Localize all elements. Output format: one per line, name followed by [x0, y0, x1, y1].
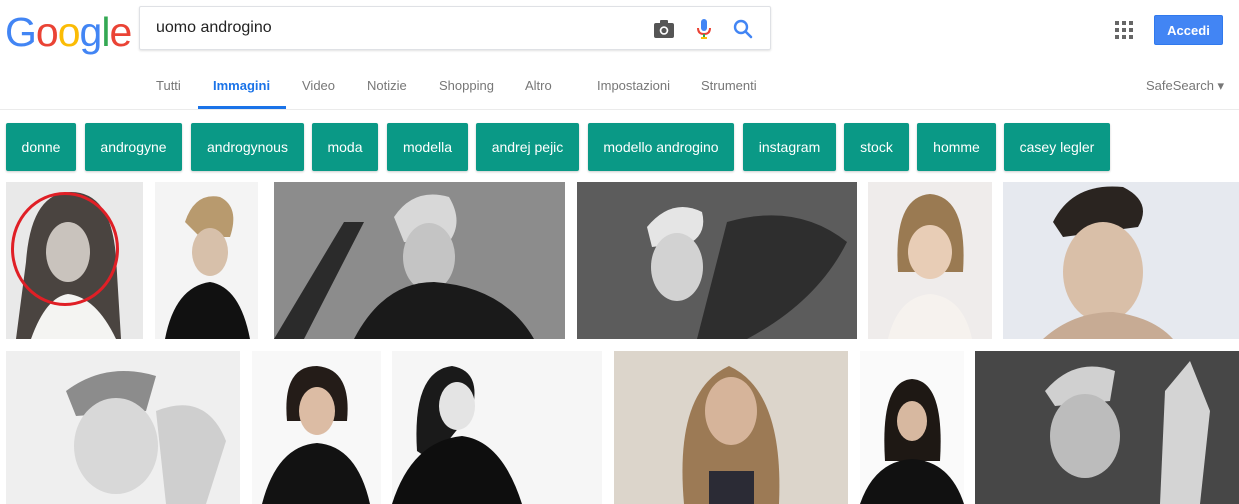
chip-modella[interactable]: modella — [387, 123, 468, 171]
chip-moda[interactable]: moda — [312, 123, 378, 171]
chip-casey-legler[interactable]: casey legler — [1004, 123, 1110, 171]
search-icon[interactable] — [732, 18, 754, 40]
chip-androgyne[interactable]: androgyne — [85, 123, 182, 171]
chip-homme[interactable]: homme — [917, 123, 996, 171]
tab-strumenti[interactable]: Strumenti — [701, 78, 757, 93]
tab-video[interactable]: Video — [302, 78, 335, 93]
result-image[interactable] — [1003, 182, 1239, 339]
result-image[interactable] — [577, 182, 857, 339]
tab-notizie[interactable]: Notizie — [367, 78, 407, 93]
chip-androgynous[interactable]: androgynous — [191, 123, 304, 171]
result-image[interactable] — [274, 182, 565, 339]
result-image[interactable] — [6, 351, 240, 504]
search-input[interactable] — [156, 7, 636, 49]
signin-button[interactable]: Accedi — [1154, 15, 1223, 45]
chip-instagram[interactable]: instagram — [743, 123, 836, 171]
result-image[interactable] — [868, 182, 992, 339]
logo-letter: o — [35, 9, 59, 55]
logo-letter: e — [109, 9, 132, 55]
logo-letter: o — [57, 9, 81, 55]
tab-altro[interactable]: Altro — [525, 78, 552, 93]
result-image[interactable] — [860, 351, 964, 504]
apps-grid-icon[interactable] — [1115, 21, 1133, 39]
safesearch-dropdown[interactable]: SafeSearch ▾ — [1146, 78, 1224, 94]
result-image[interactable] — [252, 351, 381, 504]
tab-immagini[interactable]: Immagini — [213, 78, 270, 93]
result-image[interactable] — [614, 351, 848, 504]
chip-donne[interactable]: donne — [6, 123, 76, 171]
microphone-icon[interactable] — [693, 18, 715, 40]
tab-impostazioni[interactable]: Impostazioni — [597, 78, 670, 93]
logo-letter: l — [101, 9, 110, 55]
logo-letter: G — [5, 9, 37, 55]
chip-modello-androgino[interactable]: modello androgino — [588, 123, 734, 171]
chip-andrej-pejic[interactable]: andrej pejic — [476, 123, 579, 171]
logo-letter: g — [79, 9, 103, 55]
result-image[interactable] — [975, 351, 1239, 504]
result-image[interactable] — [155, 182, 258, 339]
search-box — [139, 6, 771, 50]
tab-shopping[interactable]: Shopping — [439, 78, 494, 93]
search-tabs: Tutti Immagini Video Notizie Shopping Al… — [0, 68, 1239, 110]
active-tab-underline — [198, 106, 286, 109]
google-logo[interactable]: Google — [5, 9, 132, 55]
highlight-circle — [11, 192, 119, 306]
result-image[interactable] — [392, 351, 602, 504]
chip-stock[interactable]: stock — [844, 123, 909, 171]
tab-tutti[interactable]: Tutti — [156, 78, 181, 93]
camera-icon[interactable] — [653, 18, 675, 40]
